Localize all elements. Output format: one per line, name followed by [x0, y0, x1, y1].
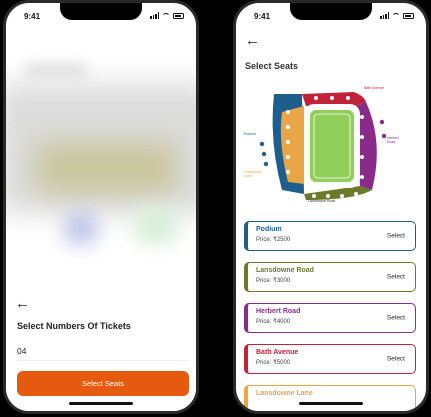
map-label-lansdowne-lane: Lansdowne Lane [244, 170, 262, 178]
outer-markers [259, 141, 269, 167]
stand-price: Price: ₹5000 [256, 360, 291, 366]
status-time: 9:41 [24, 12, 41, 21]
stand-card-lansdowne-lane[interactable]: Lansdowne Lane [244, 385, 416, 411]
notch [60, 3, 142, 20]
stadium-seat-map[interactable]: Bath Avenue Podium Herbert Road Lansdown… [244, 82, 404, 207]
stand-bath-avenue [302, 92, 366, 106]
stand-card-herbert-road[interactable]: Herbert Road Price: ₹4000 Select [244, 303, 416, 333]
wifi-icon [392, 12, 400, 19]
map-label-bath-avenue: Bath Avenue [364, 86, 384, 90]
stand-name: Podium [256, 226, 282, 233]
stand-card-podium[interactable]: Podium Price: ₹2500 Select [244, 221, 416, 251]
status-icons [150, 12, 184, 19]
map-label-herbert-road: Herbert Road [387, 136, 399, 144]
notch [290, 3, 372, 20]
stand-list: Podium Price: ₹2500 Select Lansdowne Roa… [244, 221, 416, 411]
tickets-count-input[interactable] [17, 341, 189, 361]
status-time: 9:41 [254, 12, 271, 21]
select-seats-button[interactable]: Select Seats [17, 371, 189, 396]
map-label-lansdowne-road: Lansdowne Road [308, 199, 336, 203]
signal-icon [150, 12, 159, 19]
phone-select-seats-screen: 9:41 ← Select Seats Bath Avenue Podium H… [233, 0, 429, 414]
stadium-map-svg [259, 92, 387, 200]
stand-name: Lansdowne Lane [256, 390, 313, 397]
stand-name: Herbert Road [256, 308, 301, 315]
back-arrow-icon[interactable]: ← [245, 33, 260, 48]
battery-icon [173, 12, 184, 19]
status-icons [380, 12, 414, 19]
select-button[interactable]: Select [387, 356, 405, 363]
stand-price: Price: ₹4000 [256, 319, 291, 325]
home-indicator [299, 402, 363, 405]
select-button[interactable]: Select [387, 233, 405, 240]
stand-name: Bath Avenue [256, 349, 299, 356]
phone-ticket-count-screen: 9:41 ← Select Numbers Of Tickets Select … [3, 0, 199, 414]
pitch [310, 110, 354, 182]
blurred-background [6, 23, 196, 293]
select-button[interactable]: Select [387, 315, 405, 322]
sheet-title: Select Numbers Of Tickets [17, 321, 131, 331]
signal-icon [380, 12, 389, 19]
select-button[interactable]: Select [387, 274, 405, 281]
battery-icon [403, 12, 414, 19]
wifi-icon [162, 12, 170, 19]
map-label-podium: Podium [244, 132, 256, 136]
stand-card-bath-avenue[interactable]: Bath Avenue Price: ₹5000 Select [244, 344, 416, 374]
page-title: Select Seats [245, 61, 299, 71]
home-indicator [69, 402, 133, 405]
stand-card-lansdowne-road[interactable]: Lansdowne Road Price: ₹3000 Select [244, 262, 416, 292]
back-arrow-icon[interactable]: ← [15, 296, 30, 311]
stand-price: Price: ₹2500 [256, 237, 291, 243]
stand-price: Price: ₹3000 [256, 278, 291, 284]
stand-name: Lansdowne Road [256, 267, 314, 274]
